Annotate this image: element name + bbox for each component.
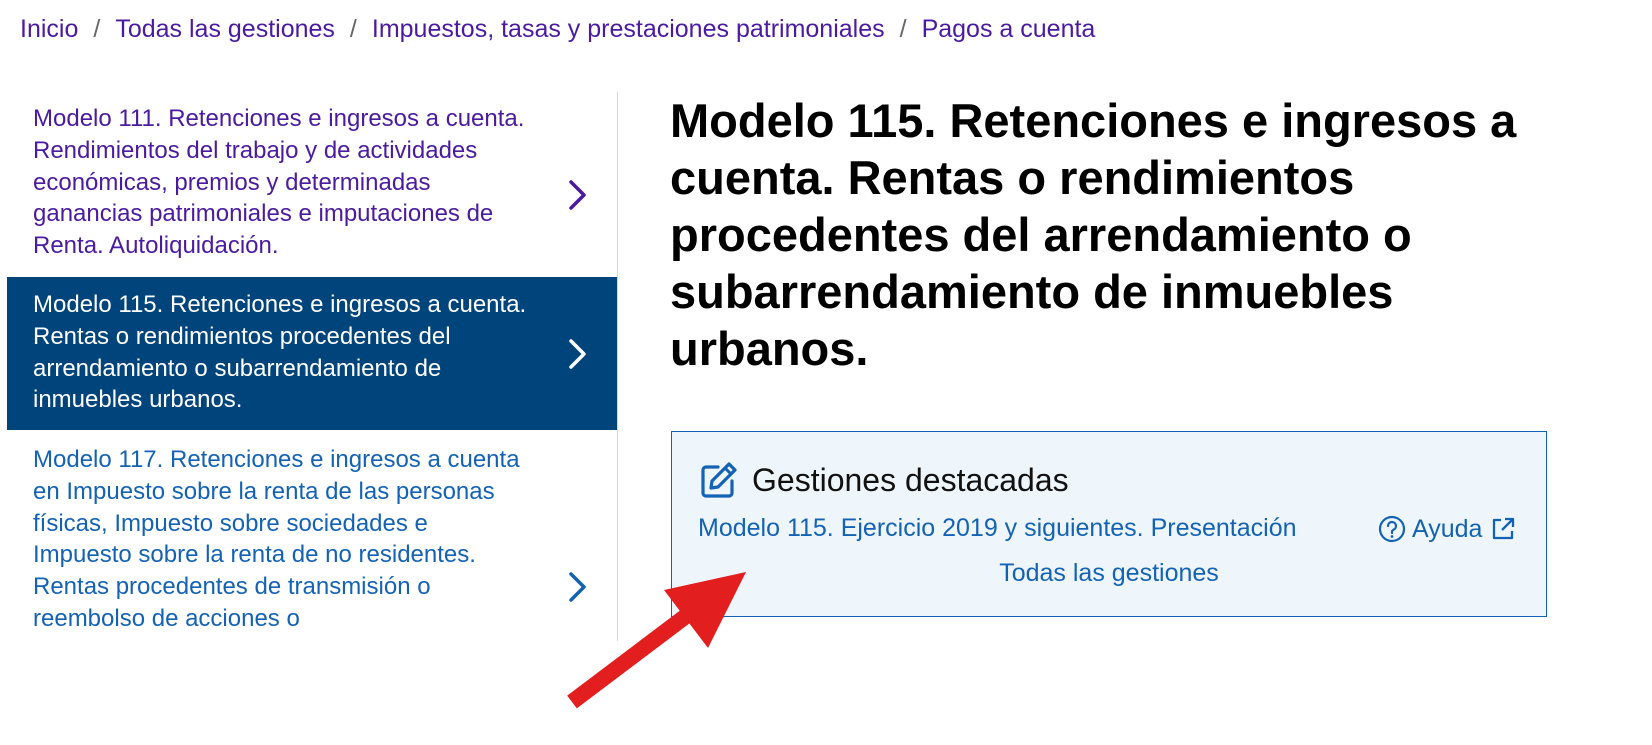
featured-header: Gestiones destacadas (698, 460, 1069, 500)
breadcrumb-inicio[interactable]: Inicio (20, 15, 78, 44)
breadcrumb-separator: / (899, 14, 907, 43)
breadcrumb: Inicio / Todas las gestiones / Impuestos… (20, 12, 1095, 46)
sidebar-item-modelo-117[interactable]: Modelo 117. Retenciones e ingresos a cue… (7, 444, 617, 641)
sidebar-item-modelo-111[interactable]: Modelo 111. Retenciones e ingresos a cue… (7, 103, 617, 276)
sidebar-item-label: Modelo 117. Retenciones e ingresos a cue… (33, 446, 520, 632)
modelo-115-presentacion-link[interactable]: Modelo 115. Ejercicio 2019 y siguientes.… (698, 514, 1297, 543)
sidebar-item-modelo-115[interactable]: Modelo 115. Retenciones e ingresos a cue… (7, 277, 617, 430)
sidebar-nav: Modelo 111. Retenciones e ingresos a cue… (7, 92, 618, 641)
help-circle-icon (1378, 515, 1406, 543)
page-title: Modelo 115. Retenciones e ingresos a cue… (670, 94, 1517, 375)
ayuda-link[interactable]: Ayuda (1378, 514, 1516, 544)
external-link-icon (1493, 517, 1515, 540)
chevron-right-icon (569, 339, 586, 369)
todas-las-gestiones-link[interactable]: Todas las gestiones (672, 559, 1546, 588)
breadcrumb-impuestos[interactable]: Impuestos, tasas y prestaciones patrimon… (372, 15, 885, 44)
featured-title: Gestiones destacadas (752, 461, 1069, 498)
sidebar-item-label: Modelo 111. Retenciones e ingresos a cue… (33, 105, 525, 260)
ayuda-label: Ayuda (1412, 514, 1483, 543)
featured-actions-box: Gestiones destacadas Modelo 115. Ejercic… (671, 431, 1547, 617)
annotation-arrow (567, 572, 746, 709)
edit-icon (701, 462, 737, 498)
breadcrumb-todas-las-gestiones[interactable]: Todas las gestiones (115, 15, 335, 44)
breadcrumb-separator: / (93, 14, 101, 43)
breadcrumb-pagos-a-cuenta[interactable]: Pagos a cuenta (922, 15, 1096, 44)
chevron-right-icon (569, 180, 586, 210)
breadcrumb-separator: / (349, 14, 357, 43)
sidebar-item-label: Modelo 115. Retenciones e ingresos a cue… (33, 291, 527, 414)
